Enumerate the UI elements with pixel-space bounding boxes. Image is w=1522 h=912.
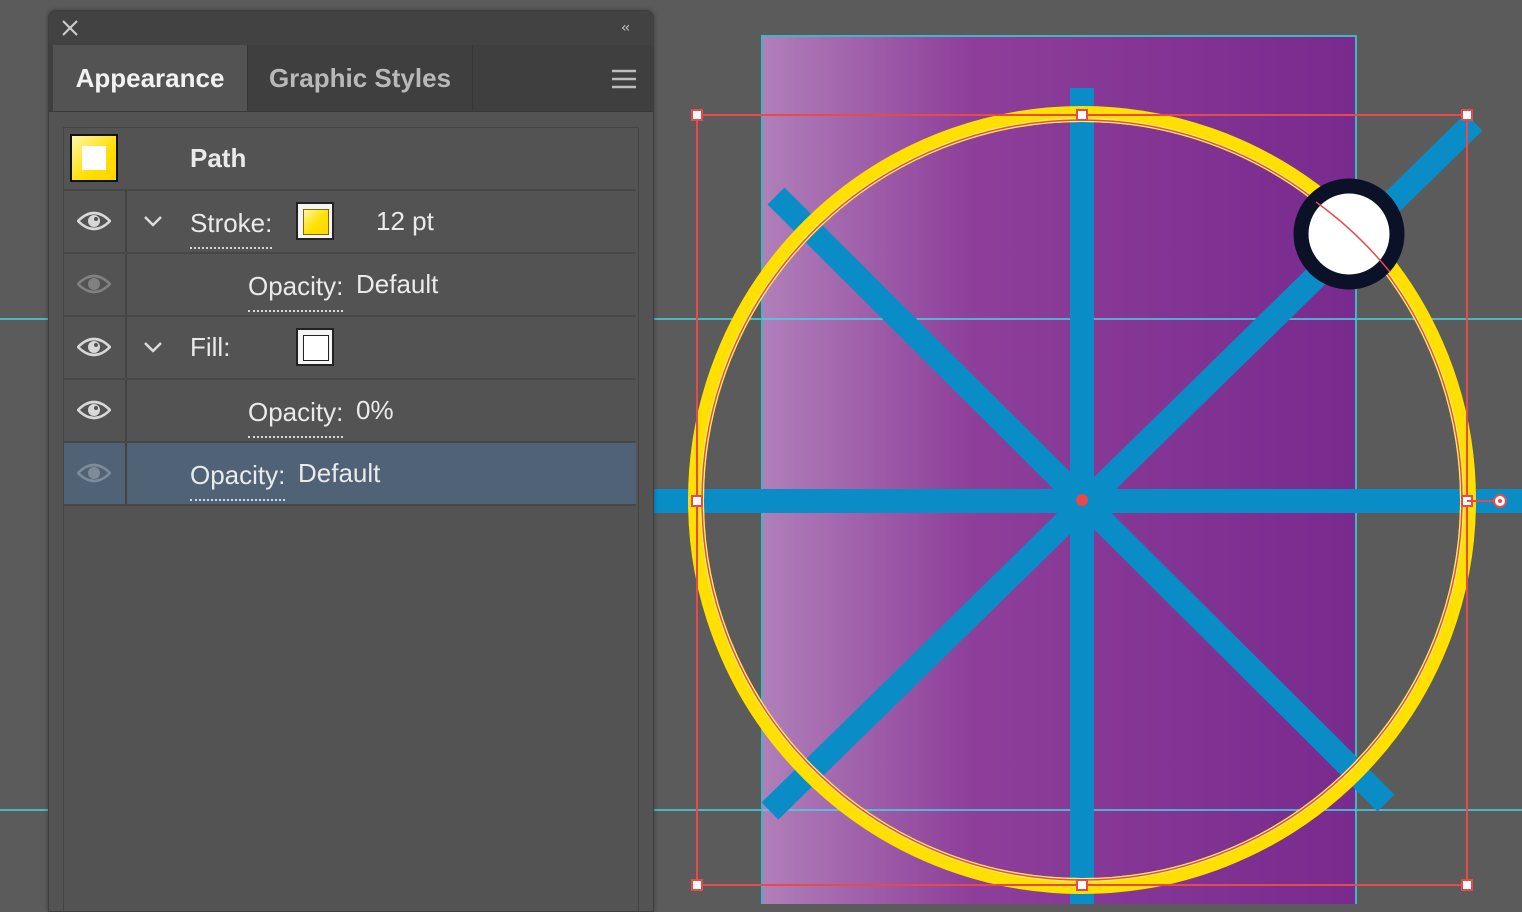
stroke-row[interactable]: Stroke: 12 pt (64, 191, 636, 254)
stroke-color-swatch[interactable] (296, 202, 334, 240)
visibility-cell (64, 254, 127, 315)
stroke-weight[interactable]: 12 pt (376, 191, 434, 252)
chevron-down-icon[interactable] (142, 211, 164, 231)
fill-label: Fill: (190, 332, 231, 362)
stroke-opacity-row[interactable]: Opacity: Default (64, 254, 636, 317)
chevron-down-icon[interactable] (142, 337, 164, 357)
tab-appearance[interactable]: Appearance (53, 45, 248, 111)
tab-graphic-styles[interactable]: Graphic Styles (248, 45, 473, 111)
eye-icon[interactable] (77, 209, 111, 233)
object-opacity-label-link[interactable]: Opacity: (190, 449, 286, 501)
panel-tabs: Appearance Graphic Styles (49, 45, 653, 112)
appearance-panel: ‹‹ Appearance Graphic Styles Path Stroke… (48, 10, 654, 912)
close-icon[interactable] (61, 19, 79, 37)
eye-icon[interactable] (77, 461, 111, 485)
object-thumbnail (70, 134, 118, 182)
stroke-label-link[interactable]: Stroke: (190, 197, 273, 249)
fill-row[interactable]: Fill: (64, 317, 636, 380)
object-opacity-value: Default (298, 458, 381, 488)
eye-icon[interactable] (77, 335, 111, 359)
stroke-opacity-value: Default (356, 269, 439, 299)
hamburger-menu-icon[interactable] (611, 69, 637, 89)
object-header-row[interactable]: Path (64, 128, 636, 191)
collapse-panel-icon[interactable]: ‹‹ (621, 20, 637, 36)
object-title: Path (190, 143, 247, 173)
appearance-attribute-list: Path Stroke: 12 pt Opacity: Default Fill… (63, 127, 639, 911)
stroke-opacity-label-link[interactable]: Opacity: (248, 260, 344, 312)
visibility-cell (64, 317, 127, 378)
center-point (1076, 494, 1088, 506)
panel-titlebar[interactable]: ‹‹ (49, 11, 653, 45)
fill-color-swatch[interactable] (296, 328, 334, 366)
eye-icon[interactable] (77, 272, 111, 296)
fill-opacity-label-link[interactable]: Opacity: (248, 386, 344, 438)
widget-knob-icon[interactable] (1293, 178, 1405, 290)
visibility-cell (64, 380, 127, 441)
visibility-cell (64, 191, 127, 252)
object-opacity-row[interactable]: Opacity: Default (64, 443, 636, 506)
visibility-cell (64, 443, 127, 504)
eye-icon[interactable] (77, 398, 111, 422)
fill-opacity-value: 0% (356, 395, 394, 425)
fill-opacity-row[interactable]: Opacity: 0% (64, 380, 636, 443)
